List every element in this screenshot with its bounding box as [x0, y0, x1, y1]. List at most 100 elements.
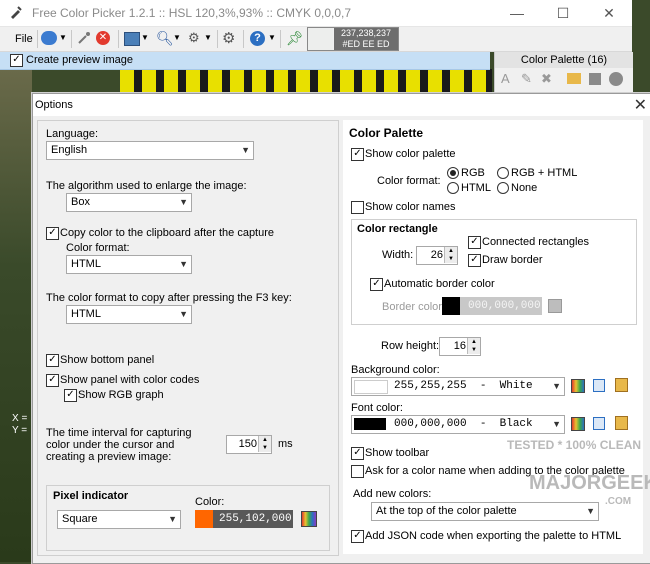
chevron-down-icon[interactable]: ▼: [141, 33, 149, 42]
stop-icon[interactable]: ✕: [96, 31, 110, 45]
file-menu[interactable]: File: [15, 30, 33, 48]
copy-icon[interactable]: [593, 379, 605, 392]
pixel-color-label: Color:: [195, 496, 225, 508]
palette-icon: [548, 299, 562, 313]
close-button[interactable]: ✕: [586, 0, 632, 26]
interval-spinner[interactable]: 150 ▲ ▼: [226, 435, 272, 454]
row-height-spinner[interactable]: 16 ▲ ▼: [439, 337, 481, 356]
pixel-color-value: 255,102,000: [219, 513, 292, 525]
enlarge-algorithm-value: Box: [71, 196, 90, 208]
eyedropper-icon[interactable]: [77, 31, 91, 45]
palette-icon[interactable]: [571, 379, 585, 393]
zoom-icon[interactable]: 🔍︎: [156, 30, 174, 47]
font-color-value: 000,000,000 - Black: [394, 418, 533, 430]
f3-format-select[interactable]: HTML ▼: [66, 305, 192, 324]
maximize-button[interactable]: ☐: [540, 0, 586, 26]
rect-width-label: Width:: [382, 249, 414, 261]
watermark-line1: TESTED * 100% CLEAN: [507, 438, 642, 452]
title-bar: Free Color Picker 1.2.1 :: HSL 120,3%,93…: [0, 0, 632, 27]
tools-icon[interactable]: ⚙: [188, 30, 200, 46]
chevron-down-icon[interactable]: ▼: [59, 33, 67, 42]
spin-up-icon[interactable]: ▲: [467, 338, 480, 346]
show-rgb-graph-checkbox[interactable]: ✓: [64, 389, 77, 402]
font-color-label: Font color:: [351, 402, 403, 414]
cloud-icon[interactable]: [41, 31, 57, 45]
spin-down-icon[interactable]: ▼: [444, 255, 457, 263]
connected-rects-checkbox[interactable]: ✓: [468, 236, 481, 249]
language-select[interactable]: English ▼: [46, 141, 254, 160]
copy-clipboard-checkbox[interactable]: ✓: [46, 227, 59, 240]
toolbar-separator: [71, 30, 72, 48]
pixel-color-picker[interactable]: 255,102,000: [195, 510, 293, 528]
show-toolbar-label: Show toolbar: [365, 447, 430, 459]
draw-border-checkbox[interactable]: ✓: [468, 254, 481, 267]
menu-icon[interactable]: [609, 72, 623, 86]
text-icon[interactable]: A: [501, 71, 510, 86]
minimize-button[interactable]: —: [494, 0, 540, 26]
add-new-value: At the top of the color palette: [376, 505, 517, 517]
format-html-radio[interactable]: [447, 182, 459, 194]
chevron-down-icon: ▼: [552, 419, 561, 429]
paste-icon[interactable]: [615, 416, 628, 430]
create-preview-checkbox[interactable]: ✓: [10, 54, 23, 67]
window-title: Free Color Picker 1.2.1 :: HSL 120,3%,93…: [32, 6, 352, 20]
background-image: [0, 69, 32, 562]
color-rectangle-title: Color rectangle: [357, 223, 438, 235]
format-html-label: HTML: [461, 182, 491, 194]
f3-format-label: The color format to copy after pressing …: [46, 292, 292, 304]
font-color-swatch: [354, 418, 386, 430]
palette-icon[interactable]: [571, 417, 585, 431]
spin-down-icon[interactable]: ▼: [258, 444, 271, 452]
add-new-select[interactable]: At the top of the color palette ▼: [371, 502, 599, 521]
clipboard-format-select[interactable]: HTML ▼: [66, 255, 192, 274]
pin-icon[interactable]: 📌︎: [286, 30, 304, 47]
ask-name-checkbox[interactable]: [351, 465, 364, 478]
spin-up-icon[interactable]: ▲: [444, 247, 457, 255]
interval-label-line3: creating a preview image:: [46, 451, 172, 463]
bg-color-select[interactable]: 255,255,255 - White ▼: [351, 377, 565, 396]
show-palette-checkbox[interactable]: ✓: [351, 148, 364, 161]
format-rgb-radio[interactable]: [447, 167, 459, 179]
color-rectangle-group: Color rectangle Width: 26 ▲ ▼ ✓ Connecte…: [351, 219, 637, 325]
format-rgb-html-radio[interactable]: [497, 167, 509, 179]
interval-unit: ms: [278, 438, 293, 450]
spin-down-icon[interactable]: ▼: [467, 346, 480, 354]
show-panel-codes-checkbox[interactable]: ✓: [46, 374, 59, 387]
spin-up-icon[interactable]: ▲: [258, 436, 271, 444]
show-bottom-panel-checkbox[interactable]: ✓: [46, 354, 59, 367]
pixel-shape-select[interactable]: Square ▼: [57, 510, 181, 529]
edit-icon[interactable]: ✎: [521, 71, 532, 87]
interval-label-line1: The time interval for capturing: [46, 427, 192, 439]
current-color-hex: #ED EE ED: [334, 39, 398, 50]
toolbar-separator: [37, 30, 38, 48]
gear-icon[interactable]: ⚙: [222, 29, 235, 47]
delete-icon[interactable]: ✖: [541, 71, 552, 87]
save-icon[interactable]: [589, 73, 601, 85]
dialog-title: Options: [35, 99, 73, 111]
palette-icon[interactable]: [301, 511, 317, 527]
folder-icon[interactable]: [567, 73, 581, 84]
json-export-checkbox[interactable]: ✓: [351, 530, 364, 543]
json-export-label: Add JSON code when exporting the palette…: [365, 530, 622, 542]
bg-color-swatch: [354, 380, 388, 394]
auto-border-checkbox[interactable]: ✓: [370, 278, 383, 291]
chevron-down-icon[interactable]: ▼: [268, 33, 276, 42]
font-color-select[interactable]: 000,000,000 - Black ▼: [351, 415, 565, 434]
chevron-down-icon: ▼: [241, 145, 250, 155]
show-panel-codes-label: Show panel with color codes: [60, 374, 200, 386]
chevron-down-icon: ▼: [168, 514, 177, 524]
image-icon[interactable]: [124, 32, 140, 46]
enlarge-algorithm-select[interactable]: Box ▼: [66, 193, 192, 212]
copy-icon[interactable]: [593, 417, 605, 430]
dialog-close-button[interactable]: ✕: [634, 95, 647, 115]
help-icon[interactable]: ?: [250, 31, 265, 46]
chevron-down-icon[interactable]: ▼: [204, 33, 212, 42]
show-toolbar-checkbox[interactable]: ✓: [351, 447, 364, 460]
chevron-down-icon[interactable]: ▼: [173, 33, 181, 42]
show-names-checkbox[interactable]: [351, 201, 364, 214]
connected-rects-label: Connected rectangles: [482, 236, 590, 248]
format-none-radio[interactable]: [497, 182, 509, 194]
border-color-picker: 000,000,000: [442, 297, 542, 315]
paste-icon[interactable]: [615, 378, 628, 392]
rect-width-spinner[interactable]: 26 ▲ ▼: [416, 246, 458, 265]
